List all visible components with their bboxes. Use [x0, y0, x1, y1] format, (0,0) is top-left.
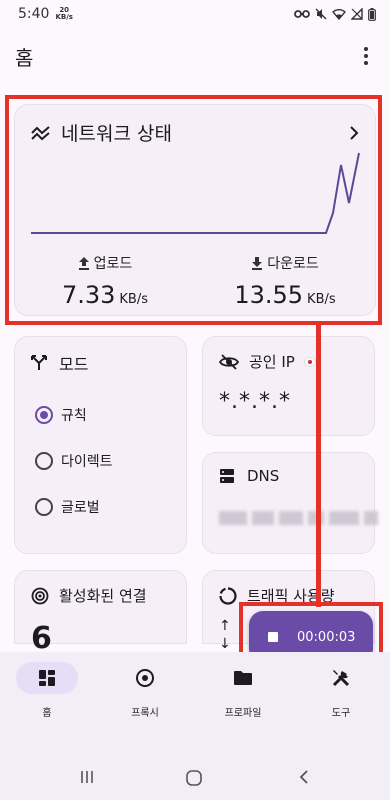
dns-server-icon — [220, 469, 234, 483]
active-connections-card[interactable]: 활성화된 연결 6 — [14, 570, 187, 656]
nav-label: 프로파일 — [224, 708, 262, 719]
traffic-card-title: 트래픽 사용량 — [247, 587, 335, 605]
dns-card-header: DNS — [219, 467, 279, 485]
download-label: 다운로드 — [267, 256, 319, 272]
data-usage-icon — [219, 586, 237, 605]
mute-icon — [315, 8, 327, 20]
visibility-off-icon[interactable] — [219, 353, 239, 370]
nav-label: 프록시 — [131, 708, 159, 719]
radio-unselected[interactable] — [35, 452, 53, 470]
dashboard-icon — [39, 670, 55, 686]
traffic-arrows: ↑ ↓ — [219, 617, 231, 653]
connections-card-header: 활성화된 연결 — [31, 585, 147, 606]
mode-card: 모드 규칙 다이렉트 글로벌 — [14, 336, 187, 554]
upload-label: 업로드 — [93, 256, 133, 272]
recent-apps-icon[interactable] — [80, 770, 94, 784]
ip-card-title: 공인 IP — [249, 353, 295, 371]
app-bar: 홈 — [0, 34, 390, 78]
trending-icon — [31, 125, 50, 140]
dns-card-title: DNS — [247, 467, 280, 485]
dns-value-redacted — [219, 511, 378, 525]
page-title: 홈 — [15, 45, 34, 70]
connections-count: 6 — [31, 621, 52, 656]
bottom-navigation: 홈 프록시 프로파일 도구 — [0, 652, 390, 752]
home-button-icon[interactable] — [186, 770, 202, 786]
network-status-card[interactable]: 네트워크 상태 업로드 7.33 KB/s 다운로드 13.55 KB/s — [14, 104, 376, 316]
stop-icon — [268, 632, 278, 642]
folder-icon — [234, 671, 252, 685]
nav-item-proxy[interactable]: 프록시 — [100, 662, 190, 719]
nav-item-tools[interactable]: 도구 — [296, 662, 386, 719]
ip-card-header: 공인 IP — [219, 351, 315, 372]
network-speed-unit: KB/s — [55, 13, 73, 21]
highlight-connector — [316, 325, 321, 607]
download-unit: KB/s — [307, 292, 336, 307]
mode-option-label: 글로벌 — [61, 500, 100, 516]
upload-unit: KB/s — [119, 292, 149, 307]
traffic-down-arrow: ↓ — [219, 636, 231, 652]
mode-option-direct[interactable]: 다이렉트 — [35, 451, 113, 471]
mode-option-label: 다이렉트 — [61, 454, 113, 470]
wifi-icon — [332, 9, 346, 20]
system-navigation-bar — [0, 752, 390, 800]
back-icon[interactable] — [298, 770, 310, 784]
nav-item-home[interactable]: 홈 — [2, 662, 92, 719]
vpn-key-icon — [294, 10, 310, 18]
radar-icon — [31, 587, 49, 604]
chevron-right-icon[interactable] — [349, 125, 359, 140]
nav-label: 홈 — [42, 708, 52, 719]
mode-option-rule[interactable]: 규칙 — [35, 405, 87, 425]
call-split-icon — [31, 355, 47, 370]
tools-icon — [332, 670, 350, 687]
mode-card-header: 모드 — [31, 351, 88, 375]
battery-icon — [368, 7, 376, 21]
elapsed-time: 00:00:03 — [297, 629, 356, 645]
radio-unselected[interactable] — [35, 498, 53, 516]
connections-card-title: 활성화된 연결 — [59, 587, 147, 605]
network-speed-indicator: 20 KB/s — [55, 7, 72, 21]
network-stats: 업로드 7.33 KB/s 다운로드 13.55 KB/s — [15, 253, 375, 309]
japan-flag-icon — [304, 357, 315, 366]
status-time: 5:40 — [18, 6, 50, 22]
upload-icon — [78, 257, 89, 270]
upload-value: 7.33 — [61, 281, 116, 309]
ip-value: *.*.*.* — [219, 389, 291, 414]
traffic-sparkline — [31, 152, 360, 234]
mode-card-title: 모드 — [59, 355, 89, 374]
traffic-up-arrow: ↑ — [219, 618, 231, 634]
status-bar: 5:40 20 KB/s — [0, 0, 390, 28]
mode-option-global[interactable]: 글로벌 — [35, 497, 100, 517]
network-card-header: 네트워크 상태 — [31, 119, 359, 146]
mode-option-label: 규칙 — [61, 408, 87, 424]
target-icon — [136, 669, 154, 687]
upload-stat: 업로드 7.33 KB/s — [15, 253, 195, 309]
radio-selected[interactable] — [35, 406, 53, 424]
signal-icon — [351, 8, 363, 20]
nav-label: 도구 — [331, 708, 351, 719]
more-vert-icon[interactable] — [356, 44, 376, 68]
public-ip-card[interactable]: 공인 IP *.*.*.* — [202, 336, 375, 436]
network-card-title: 네트워크 상태 — [61, 123, 172, 145]
download-icon — [252, 257, 263, 270]
download-stat: 다운로드 13.55 KB/s — [195, 253, 375, 309]
nav-item-profile[interactable]: 프로파일 — [198, 662, 288, 719]
dns-card[interactable]: DNS — [202, 452, 378, 554]
download-value: 13.55 — [234, 281, 304, 309]
